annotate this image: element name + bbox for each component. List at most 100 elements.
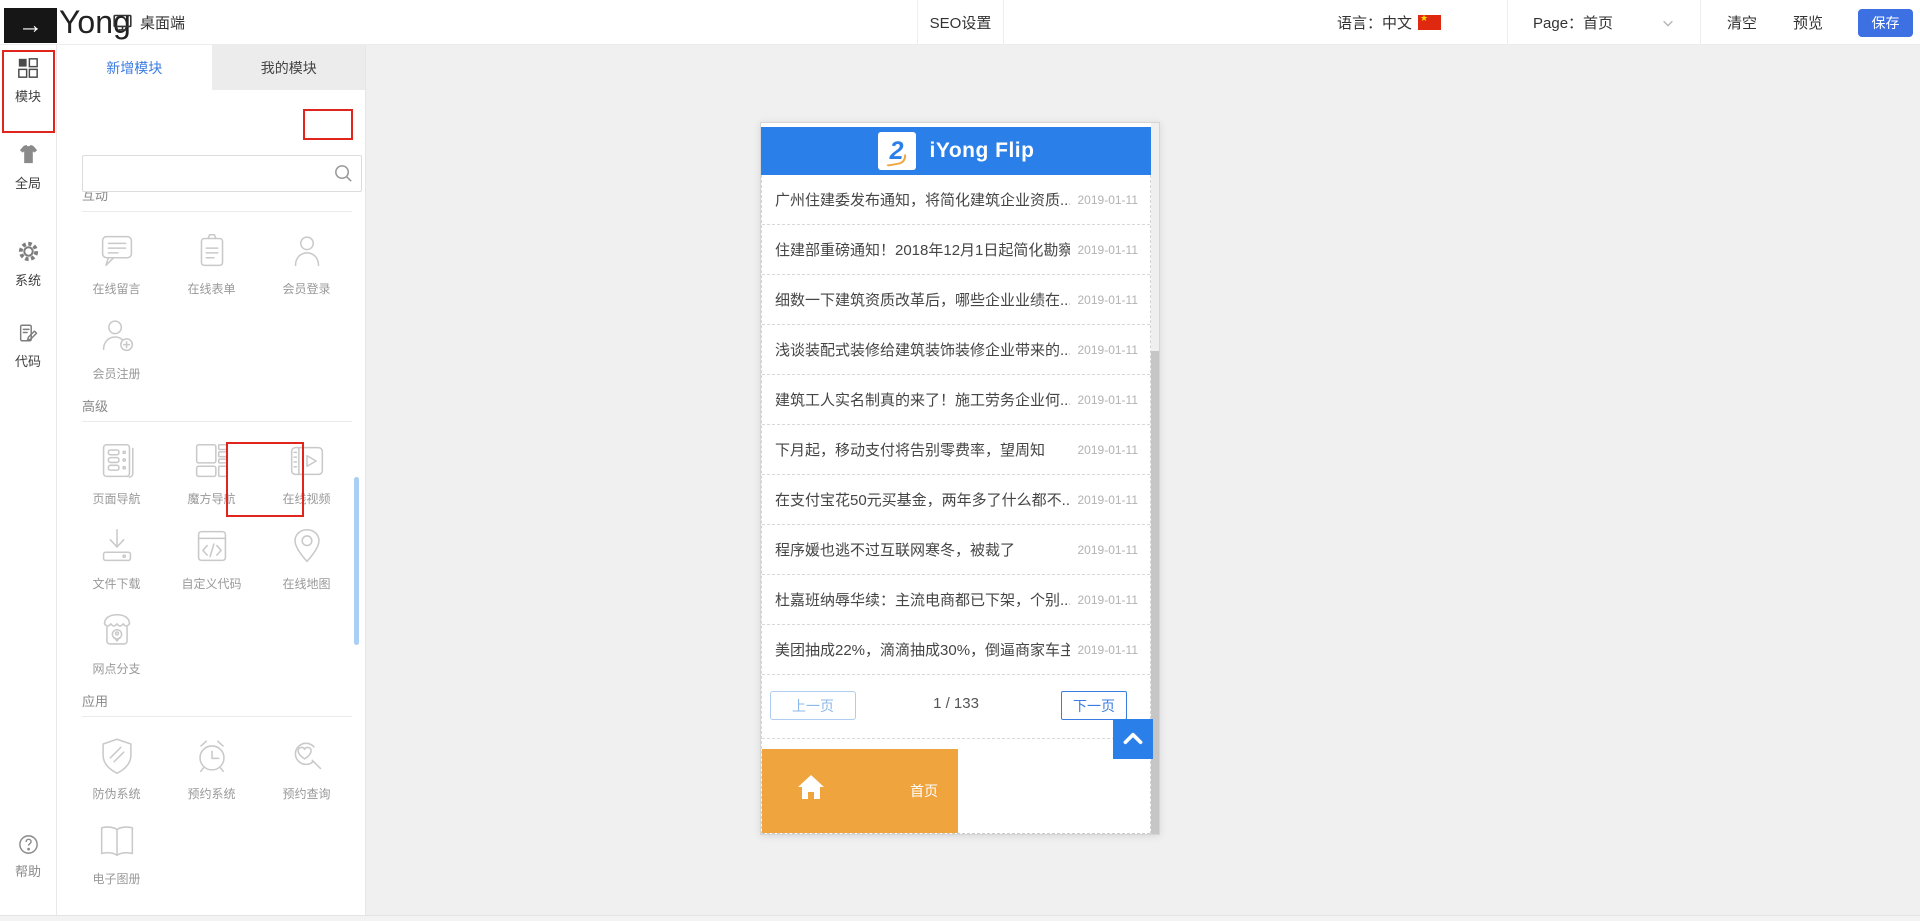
- module-item-online-map[interactable]: 在线地图: [259, 507, 354, 592]
- module-item-label: 网点分支: [92, 660, 140, 677]
- news-item[interactable]: 广州住建委发布通知，将简化建筑企业资质...2019-01-11: [762, 175, 1150, 225]
- module-item-label: 电子图册: [92, 870, 140, 887]
- tab-new-modules[interactable]: 新增模块: [57, 45, 212, 90]
- seo-label: SEO设置: [930, 12, 992, 33]
- news-item[interactable]: 杜嘉班纳辱华续：主流电商都已下架，个别...2019-01-11: [762, 575, 1150, 625]
- sidebar-item-label: 代码: [15, 351, 41, 370]
- module-item-label: 在线留言: [92, 280, 140, 297]
- news-item[interactable]: 细数一下建筑资质改革后，哪些企业业绩在...2019-01-11: [762, 275, 1150, 325]
- sidebar-item-0[interactable]: 模块: [0, 57, 56, 105]
- tab-my-modules[interactable]: 我的模块: [212, 45, 367, 90]
- news-date: 2019-01-11: [1078, 393, 1139, 407]
- module-item-cube-nav[interactable]: 魔方导航: [164, 422, 259, 507]
- news-date: 2019-01-11: [1078, 443, 1139, 457]
- phone-site-title: iYong Flip: [930, 139, 1035, 163]
- section-label: 应用: [82, 694, 108, 709]
- module-item-booking-query[interactable]: 预约查询: [259, 717, 354, 802]
- horizontal-scrollbar-track[interactable]: [0, 915, 1920, 921]
- news-date: 2019-01-11: [1078, 643, 1139, 657]
- module-section: 互动在线留言在线表单会员登录会员注册: [57, 192, 366, 382]
- booking-system-icon: [189, 733, 235, 779]
- module-item-label: 页面导航: [92, 490, 140, 507]
- chevron-down-icon: [1661, 16, 1675, 30]
- module-item-branch-store[interactable]: 网点分支: [69, 592, 164, 677]
- panel-scrollbar-thumb[interactable]: [354, 477, 359, 645]
- module-item-label: 文件下载: [92, 575, 140, 592]
- news-date: 2019-01-11: [1078, 543, 1139, 557]
- module-item-label: 自定义代码: [181, 575, 241, 592]
- phone-scrollbar-thumb[interactable]: [1151, 351, 1159, 834]
- clear-button[interactable]: 清空: [1727, 0, 1757, 45]
- page-selector-label: Page：首页: [1533, 12, 1613, 33]
- preview-button[interactable]: 预览: [1793, 0, 1823, 45]
- news-item[interactable]: 程序媛也逃不过互联网寒冬，被裁了2019-01-11: [762, 525, 1150, 575]
- news-item[interactable]: 下月起，移动支付将告别零费率，望周知2019-01-11: [762, 425, 1150, 475]
- branch-store-icon: [94, 608, 140, 654]
- news-item[interactable]: 浅谈装配式装修给建筑装饰装修企业带来的...2019-01-11: [762, 325, 1150, 375]
- home-icon: [795, 771, 827, 803]
- module-item-member-login[interactable]: 会员登录: [259, 212, 354, 297]
- monitor-icon: [112, 12, 133, 33]
- anti-fake-icon: [94, 733, 140, 779]
- language-selector[interactable]: 语言：中文: [1337, 0, 1441, 45]
- news-item[interactable]: 在支付宝花50元买基金，两年多了什么都不...2019-01-11: [762, 475, 1150, 525]
- news-item[interactable]: 美团抽成22%，滴滴抽成30%，倒逼商家车主...2019-01-11: [762, 625, 1150, 675]
- nav-home-item[interactable]: 首页: [762, 749, 958, 833]
- iyong-logo-icon: 2: [878, 132, 916, 170]
- module-item-online-form[interactable]: 在线表单: [164, 212, 259, 297]
- module-sections: 互动在线留言在线表单会员登录会员注册高级页面导航魔方导航在线视频文件下载自定义代…: [57, 192, 366, 887]
- language-label: 语言：中文: [1337, 12, 1412, 33]
- chevron-up-icon: [1120, 726, 1146, 752]
- divider: [1507, 0, 1508, 45]
- sidebar-item-label: 模块: [15, 86, 41, 105]
- pagination: 上一页 1 / 133 下一页: [762, 675, 1150, 739]
- online-form-icon: [189, 228, 235, 274]
- ebook-icon: [94, 818, 140, 864]
- module-item-label: 在线视频: [282, 490, 330, 507]
- news-list: 广州住建委发布通知，将简化建筑企业资质...2019-01-11住建部重磅通知！…: [762, 175, 1150, 675]
- phone-header-module[interactable]: 2 iYong Flip: [761, 127, 1151, 175]
- page-selector[interactable]: Page：首页: [1533, 0, 1675, 45]
- back-to-top-button[interactable]: [1113, 719, 1153, 759]
- sidebar-item-label: 系统: [15, 270, 41, 289]
- seo-settings-button[interactable]: SEO设置: [917, 0, 1004, 45]
- module-panel: 新增模块 我的模块 基础产品互动高级应用 互动在线留言在线表单会员登录会员注册高…: [57, 45, 366, 921]
- module-item-ebook[interactable]: 电子图册: [69, 802, 164, 887]
- module-item-custom-code[interactable]: 自定义代码: [164, 507, 259, 592]
- device-switcher[interactable]: 桌面端: [112, 0, 185, 45]
- module-item-label: 防伪系统: [92, 785, 140, 802]
- module-section: 应用防伪系统 预约系统预约查询电子图册: [57, 691, 366, 887]
- next-page-button[interactable]: 下一页: [1061, 691, 1127, 720]
- sidebar-item-help[interactable]: 帮助: [0, 833, 56, 880]
- search-input[interactable]: [82, 155, 362, 192]
- module-item-member-register[interactable]: 会员注册: [69, 297, 164, 382]
- sidebar-item-1[interactable]: 全局: [0, 143, 56, 192]
- china-flag-icon: [1418, 15, 1441, 30]
- module-item-booking-system[interactable]: 预约系统: [164, 717, 259, 802]
- sidebar-item-3[interactable]: 代码: [0, 322, 56, 370]
- module-item-label: 会员登录: [282, 280, 330, 297]
- module-item-page-nav[interactable]: 页面导航: [69, 422, 164, 507]
- member-register-icon: [94, 313, 140, 359]
- module-item-online-video[interactable]: 在线视频: [259, 422, 354, 507]
- tshirt-icon: [17, 143, 40, 166]
- main-sidebar: 模块全局系统代码 帮助: [0, 45, 57, 921]
- news-item[interactable]: 建筑工人实名制真的来了！施工劳务企业何...2019-01-11: [762, 375, 1150, 425]
- question-icon: [17, 833, 40, 856]
- sidebar-item-2[interactable]: 系统: [0, 240, 56, 289]
- module-item-anti-fake[interactable]: 防伪系统: [69, 717, 164, 802]
- module-item-file-download[interactable]: 文件下载: [69, 507, 164, 592]
- gear-icon: [17, 240, 40, 263]
- online-message-icon: [94, 228, 140, 274]
- online-video-icon: [284, 438, 330, 484]
- news-item[interactable]: 住建部重磅通知！2018年12月1日起简化勘察...2019-01-11: [762, 225, 1150, 275]
- save-button[interactable]: 保存: [1858, 9, 1913, 37]
- module-item-label: 预约查询: [282, 785, 330, 802]
- search-icon: [332, 162, 355, 185]
- news-title: 细数一下建筑资质改革后，哪些企业业绩在...: [775, 289, 1070, 310]
- device-label: 桌面端: [140, 12, 185, 33]
- news-date: 2019-01-11: [1078, 193, 1139, 207]
- file-download-icon: [94, 523, 140, 569]
- online-map-icon: [284, 523, 330, 569]
- module-item-online-message[interactable]: 在线留言: [69, 212, 164, 297]
